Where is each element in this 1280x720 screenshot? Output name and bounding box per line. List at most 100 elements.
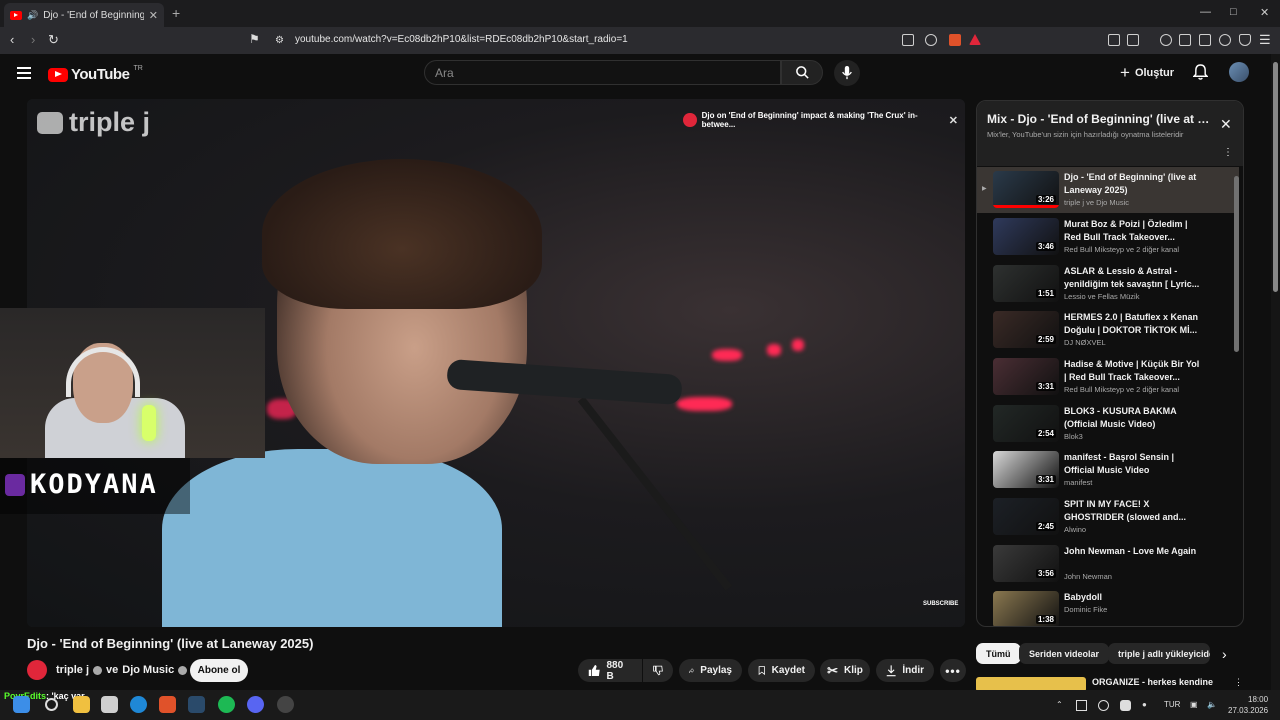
start-icon[interactable] [13, 696, 30, 713]
playlist-item[interactable]: 1:51 ASLAR & Lessio & Astral - yenildiğim… [977, 261, 1239, 307]
bookmark-icon[interactable]: ⚑ [249, 32, 260, 46]
discord-icon[interactable] [247, 696, 264, 713]
search-input[interactable]: Ara [424, 60, 781, 85]
network-icon[interactable]: ▣ [1190, 700, 1198, 709]
close-playlist-icon[interactable]: ✕ [1220, 116, 1232, 133]
playlist-title[interactable]: Mix - Djo - 'End of Beginning' (live at … [987, 112, 1212, 126]
close-card-icon[interactable]: ✕ [949, 114, 958, 127]
menu-icon[interactable]: ☰ [1259, 32, 1271, 48]
playlist-thumbnail[interactable]: 2:59 [993, 311, 1059, 348]
channel-name[interactable]: triple j [56, 664, 89, 676]
playlist-item-artist[interactable]: Dominic Fike [1064, 605, 1107, 614]
maximize-icon[interactable]: □ [1230, 6, 1237, 18]
tray-mic-icon[interactable]: ● [1142, 700, 1147, 709]
playlist-item-title[interactable]: Hadise & Motive | Küçük Bir Yol | Red Bu… [1064, 358, 1204, 384]
playlist-item[interactable]: 2:54 BLOK3 - KUSURA BAKMA (Official Music… [977, 401, 1239, 447]
minimize-icon[interactable]: — [1200, 6, 1211, 18]
language-indicator[interactable]: TUR [1164, 700, 1180, 709]
channel-avatar[interactable] [27, 660, 47, 680]
edge-icon[interactable] [130, 696, 147, 713]
playlist-item[interactable]: 3:56 John Newman - Love Me Again John Newm… [977, 541, 1239, 587]
like-button[interactable]: 880 B [578, 659, 642, 682]
info-card[interactable]: Djo on 'End of Beginning' impact & makin… [683, 110, 958, 130]
playlist-item-title[interactable]: Djo - 'End of Beginning' (live at Lanewa… [1064, 171, 1204, 197]
playlist-item-title[interactable]: SPIT IN MY FACE! X GHOSTRIDER (slowed an… [1064, 498, 1204, 524]
guide-menu-icon[interactable] [17, 67, 31, 82]
create-button[interactable]: + Oluştur [1120, 63, 1174, 83]
steam-icon[interactable] [188, 696, 205, 713]
browser-tab[interactable]: 🔊 Djo - 'End of Beginning' (live ✕ [4, 3, 164, 27]
address-bar[interactable]: youtube.com/watch?v=Ec08db2hP10&list=RDE… [295, 34, 628, 45]
subscribe-button[interactable]: Abone ol [190, 659, 248, 682]
playlist-item-artist[interactable]: triple j ve Djo Music [1064, 198, 1129, 207]
playlist-thumbnail[interactable]: 3:31 [993, 358, 1059, 395]
chip-uploader[interactable]: triple j adlı yükleyiciden [1108, 643, 1210, 664]
new-tab-icon[interactable]: + [172, 5, 180, 21]
playlist-item[interactable]: 1:38 Babydoll Dominic Fike [977, 587, 1239, 626]
share-button[interactable]: Paylaş [679, 659, 742, 682]
youtube-logo[interactable]: YouTube TR [48, 65, 143, 83]
recommended-title[interactable]: ORGANIZE - herkes kendine [1092, 677, 1213, 687]
playlist-item-title[interactable]: ASLAR & Lessio & Astral - yenildiğim tek… [1064, 265, 1204, 291]
playlist-item-artist[interactable]: Alwino [1064, 525, 1086, 534]
playlist-thumbnail[interactable]: 3:46 [993, 218, 1059, 255]
brave-shield-icon[interactable] [949, 34, 961, 46]
playlist-item[interactable]: 2:45 SPIT IN MY FACE! X GHOSTRIDER (slowe… [977, 494, 1239, 540]
playlist-thumbnail[interactable]: 2:54 [993, 405, 1059, 442]
playlist-item-artist[interactable]: Lessio ve Fellas Müzik [1064, 292, 1139, 301]
playlist-item[interactable]: ▶ 3:26 Djo - 'End of Beginning' (live at L… [977, 167, 1239, 213]
chip-series[interactable]: Seriden videolar [1019, 643, 1110, 664]
tray-app-icon[interactable] [1076, 700, 1087, 711]
wallet-icon[interactable] [1199, 34, 1211, 46]
system-clock[interactable]: 18:00 27.03.2026 [1228, 694, 1268, 716]
notifications-button[interactable] [1192, 64, 1209, 86]
back-icon[interactable]: ‹ [10, 32, 14, 47]
extensions-icon[interactable] [1108, 34, 1120, 46]
save-button[interactable]: Kaydet [748, 659, 815, 682]
playlist-item-artist[interactable]: Red Bull Miksteyp ve 2 diğer kanal [1064, 385, 1179, 394]
playlist-item[interactable]: 3:31 Hadise & Motive | Küçük Bir Yol | Re… [977, 354, 1239, 400]
volume-icon[interactable]: 🔈 [1207, 700, 1217, 709]
subscribe-watermark[interactable]: SUBSCRIBE [923, 601, 958, 607]
dislike-button[interactable] [643, 659, 673, 682]
cast-icon[interactable] [902, 34, 914, 46]
playlist-item-artist[interactable]: Red Bull Miksteyp ve 2 diğer kanal [1064, 245, 1179, 254]
site-settings-icon[interactable]: ⚙ [275, 35, 284, 46]
recommended-more-icon[interactable]: ⋮ [1234, 677, 1243, 688]
tray-sync-icon[interactable] [1098, 700, 1109, 711]
playlist-item-title[interactable]: Babydoll [1064, 591, 1204, 604]
chip-all[interactable]: Tümü [976, 643, 1021, 664]
tray-chevron-icon[interactable]: ⌃ [1056, 700, 1063, 709]
vpn-icon[interactable] [1239, 34, 1251, 46]
page-scrollbar[interactable] [1271, 54, 1280, 690]
leo-ai-icon[interactable] [1219, 34, 1231, 46]
playlist-scrollbar[interactable] [1234, 176, 1239, 352]
playlist-item-title[interactable]: BLOK3 - KUSURA BAKMA (Official Music Vid… [1064, 405, 1204, 431]
forward-icon[interactable]: › [31, 32, 35, 47]
file-explorer-icon[interactable] [73, 696, 90, 713]
close-tab-icon[interactable]: ✕ [149, 9, 158, 22]
clip-button[interactable]: ✂ Klip [820, 659, 870, 682]
playlist-thumbnail[interactable]: 1:38 [993, 591, 1059, 626]
playlist-item-title[interactable]: manifest - Başrol Sensin | Official Musi… [1064, 451, 1204, 477]
brave-rewards-icon[interactable] [969, 34, 981, 45]
more-actions-button[interactable]: ••• [940, 659, 966, 682]
chevron-right-icon[interactable]: › [1222, 646, 1227, 662]
playlist-item[interactable]: 3:46 Murat Boz & Poizi | Özledim | Red Bu… [977, 214, 1239, 260]
playlist-thumbnail[interactable]: 2:45 [993, 498, 1059, 535]
search-button[interactable] [781, 60, 823, 85]
voice-search-button[interactable] [834, 60, 860, 86]
speaker-icon[interactable]: 🔊 [27, 10, 38, 21]
share-page-icon[interactable] [925, 34, 937, 46]
playlist-item-artist[interactable]: DJ NØXVEL [1064, 338, 1106, 347]
tray-cloud-icon[interactable] [1120, 700, 1131, 711]
playlist-thumbnail[interactable]: 3:56 [993, 545, 1059, 582]
coartist-name[interactable]: Djo Music [122, 664, 174, 676]
playlist-item-artist[interactable]: Blok3 [1064, 432, 1083, 441]
channel-info[interactable]: triple j ve Djo Music [56, 664, 188, 676]
playlist-item[interactable]: 2:59 HERMES 2.0 | Batuflex x Kenan Doğulu… [977, 307, 1239, 353]
playlist-thumbnail[interactable]: 1:51 [993, 265, 1059, 302]
playlist-item-artist[interactable]: John Newman [1064, 572, 1112, 581]
brave-taskbar-icon[interactable] [159, 696, 176, 713]
playlist-thumbnail[interactable]: 3:31 [993, 451, 1059, 488]
